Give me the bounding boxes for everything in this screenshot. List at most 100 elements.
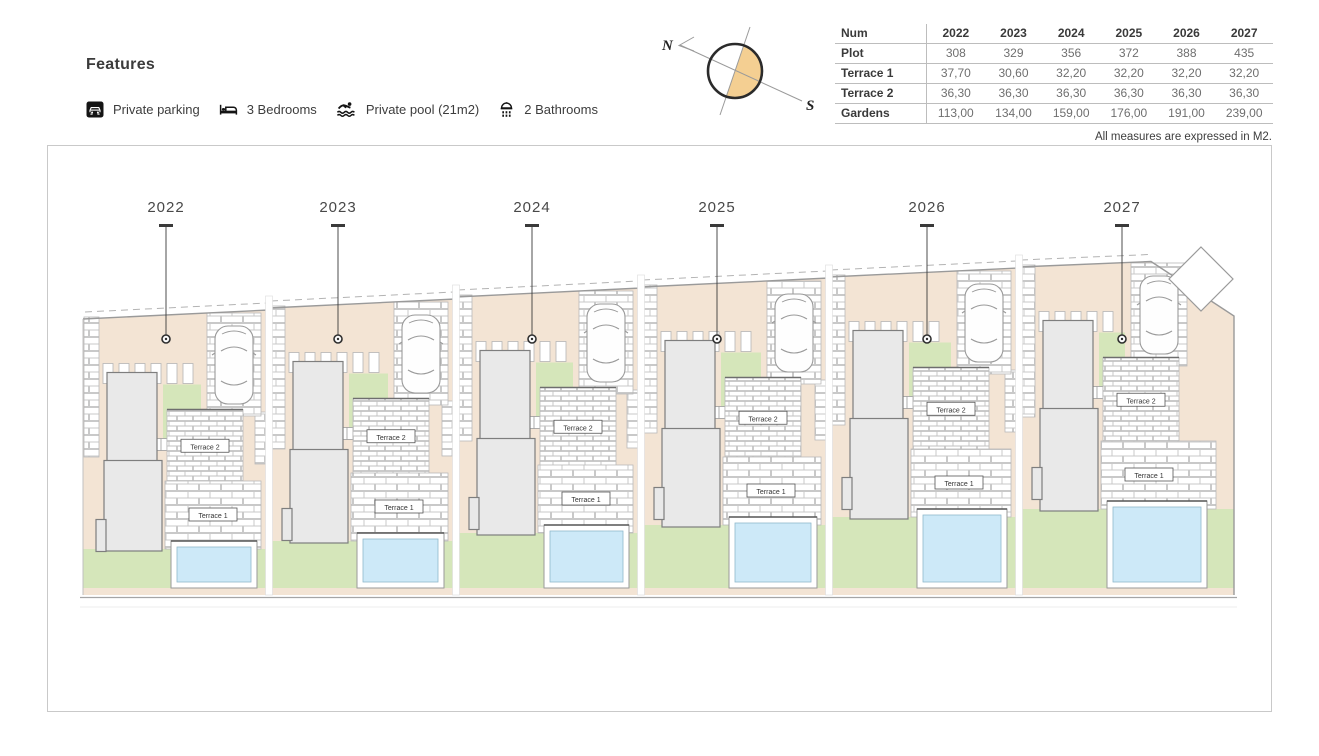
svg-text:Terrace 2: Terrace 2 bbox=[376, 435, 405, 442]
svg-text:Terrace 2: Terrace 2 bbox=[563, 425, 592, 432]
measurements-table: Num202220232024202520262027Plot308329356… bbox=[835, 24, 1273, 124]
plot-2023: Terrace 2 Terrace 1 bbox=[269, 292, 456, 595]
car-icon bbox=[584, 304, 628, 382]
terrace-label: Terrace 1 bbox=[562, 492, 610, 505]
table-cell: 36,30 bbox=[985, 84, 1043, 104]
table-header-cell: 2023 bbox=[985, 24, 1043, 44]
year-label: 2024 bbox=[513, 199, 550, 216]
table-cell: 435 bbox=[1215, 44, 1273, 64]
table-header-cell: 2026 bbox=[1158, 24, 1216, 44]
features-section: Features Private parking 3 Bedrooms Priv… bbox=[86, 56, 598, 118]
car-icon bbox=[772, 294, 816, 372]
terrace-label: Terrace 2 bbox=[927, 402, 975, 415]
table-cell: 191,00 bbox=[1158, 104, 1216, 124]
year-label: 2022 bbox=[147, 199, 184, 216]
svg-text:Terrace 1: Terrace 1 bbox=[384, 505, 413, 512]
table-cell: 308 bbox=[927, 44, 985, 64]
terrace-label: Terrace 1 bbox=[1125, 468, 1173, 481]
feature-private-parking: Private parking bbox=[86, 101, 200, 118]
features-list: Private parking 3 Bedrooms Private pool … bbox=[86, 101, 598, 118]
table-cell: 37,70 bbox=[927, 64, 985, 84]
table-cell: 36,30 bbox=[1042, 84, 1100, 104]
plot-2024: Terrace 2 Terrace 1 bbox=[456, 281, 641, 595]
feature-label: 3 Bedrooms bbox=[247, 102, 317, 117]
table-header-cell: 2025 bbox=[1100, 24, 1158, 44]
table-cell: 113,00 bbox=[927, 104, 985, 124]
feature-label: Private parking bbox=[113, 102, 200, 117]
terrace-label: Terrace 2 bbox=[1117, 393, 1165, 406]
table-cell: 159,00 bbox=[1042, 104, 1100, 124]
terrace-label: Terrace 2 bbox=[739, 411, 787, 424]
table-row: Gardens113,00134,00159,00176,00191,00239… bbox=[835, 104, 1273, 124]
table-cell: 30,60 bbox=[985, 64, 1043, 84]
car-icon bbox=[212, 326, 256, 404]
svg-text:Terrace 1: Terrace 1 bbox=[571, 497, 600, 504]
feature-pool: Private pool (21m2) bbox=[336, 101, 479, 118]
table-cell: 372 bbox=[1100, 44, 1158, 64]
svg-text:Terrace 1: Terrace 1 bbox=[198, 513, 227, 520]
terrace-label: Terrace 1 bbox=[375, 500, 423, 513]
terrace-label: Terrace 1 bbox=[189, 508, 237, 521]
table-cell: 356 bbox=[1042, 44, 1100, 64]
year-label: 2025 bbox=[698, 199, 735, 216]
feature-bedrooms: 3 Bedrooms bbox=[219, 101, 317, 118]
svg-text:Terrace 2: Terrace 2 bbox=[748, 416, 777, 423]
svg-text:Terrace 1: Terrace 1 bbox=[1134, 473, 1163, 480]
parking-icon bbox=[86, 101, 104, 118]
north-arrow-icon bbox=[679, 37, 694, 51]
table-cell: 32,20 bbox=[1100, 64, 1158, 84]
terrace-label: Terrace 2 bbox=[181, 439, 229, 452]
table-cell: 32,20 bbox=[1158, 64, 1216, 84]
compass-north-label: N bbox=[661, 38, 674, 54]
svg-text:Terrace 2: Terrace 2 bbox=[1126, 398, 1155, 405]
car-icon bbox=[962, 284, 1006, 362]
pool bbox=[917, 509, 1007, 588]
pool bbox=[357, 533, 444, 588]
table-cell: 36,30 bbox=[1215, 84, 1273, 104]
table-row-label: Terrace 2 bbox=[835, 84, 927, 104]
table-row: Terrace 137,7030,6032,2032,2032,2032,20 bbox=[835, 64, 1273, 84]
table-header-cell: 2022 bbox=[927, 24, 985, 44]
table-cell: 329 bbox=[985, 44, 1043, 64]
pool bbox=[171, 541, 257, 588]
features-title: Features bbox=[86, 56, 598, 74]
measurements-note: All measures are expressed in M2. bbox=[1095, 131, 1272, 143]
table-row: Terrace 236,3036,3036,3036,3036,3036,30 bbox=[835, 84, 1273, 104]
table-header-cell: Num bbox=[835, 24, 927, 44]
site-plan: Terrace 2 Terrace 1 Terrace 2 Terrace 1 Te… bbox=[47, 145, 1272, 712]
pool bbox=[729, 517, 817, 588]
table-row-label: Gardens bbox=[835, 104, 927, 124]
table-cell: 176,00 bbox=[1100, 104, 1158, 124]
plot-2025: Terrace 2 Terrace 1 bbox=[641, 271, 829, 595]
feature-bathrooms: 2 Bathrooms bbox=[498, 101, 598, 118]
year-label: 2026 bbox=[908, 199, 945, 216]
plot-2026: Terrace 2 Terrace 1 bbox=[829, 261, 1019, 595]
compass-south-label: S bbox=[806, 98, 814, 114]
table-row: Plot308329356372388435 bbox=[835, 44, 1273, 64]
table-cell: 36,30 bbox=[1158, 84, 1216, 104]
page: Features Private parking 3 Bedrooms Priv… bbox=[0, 0, 1319, 756]
terrace-label: Terrace 2 bbox=[367, 430, 415, 443]
terrace-label: Terrace 1 bbox=[935, 476, 983, 489]
feature-label: Private pool (21m2) bbox=[366, 102, 479, 117]
table-cell: 239,00 bbox=[1215, 104, 1273, 124]
svg-text:Terrace 2: Terrace 2 bbox=[936, 407, 965, 414]
year-label: 2027 bbox=[1103, 199, 1140, 216]
table-cell: 134,00 bbox=[985, 104, 1043, 124]
table-row-label: Terrace 1 bbox=[835, 64, 927, 84]
year-label: 2023 bbox=[319, 199, 356, 216]
table-cell: 32,20 bbox=[1215, 64, 1273, 84]
svg-text:Terrace 2: Terrace 2 bbox=[190, 444, 219, 451]
pool bbox=[1107, 501, 1207, 588]
table-cell: 32,20 bbox=[1042, 64, 1100, 84]
table-cell: 36,30 bbox=[927, 84, 985, 104]
terrace-label: Terrace 1 bbox=[747, 484, 795, 497]
table-row-label: Plot bbox=[835, 44, 927, 64]
table-cell: 36,30 bbox=[1100, 84, 1158, 104]
table-header-cell: 2024 bbox=[1042, 24, 1100, 44]
plot-2027: Terrace 2 Terrace 1 bbox=[1019, 247, 1234, 595]
bed-icon bbox=[219, 101, 238, 118]
pool-icon bbox=[336, 101, 357, 118]
feature-label: 2 Bathrooms bbox=[524, 102, 598, 117]
pool bbox=[544, 525, 629, 588]
